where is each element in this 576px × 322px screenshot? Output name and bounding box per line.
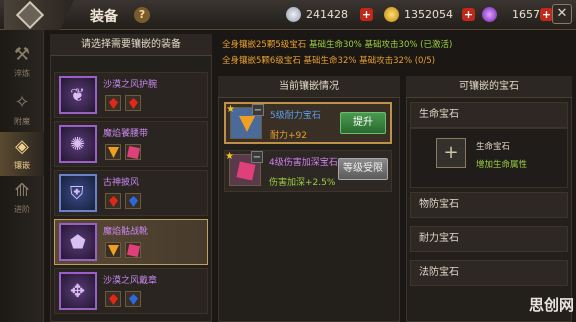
- add-gem-slot[interactable]: +: [436, 138, 466, 168]
- pink-gem-icon: [125, 144, 141, 160]
- gem-category-magic-defense[interactable]: 法防宝石: [410, 260, 568, 286]
- level-limited-button[interactable]: 等级受限: [338, 158, 388, 180]
- gold-coin-icon: [384, 7, 399, 22]
- watermark: 思创网: [528, 296, 574, 314]
- equipment-name: 魔焰骷战靴: [103, 227, 149, 237]
- nav-label: 附魔: [14, 117, 30, 126]
- bracer-icon: ❦: [59, 76, 97, 114]
- enchant-icon: ✧: [14, 92, 30, 113]
- blue-gem-icon: [125, 193, 141, 209]
- gem-name: 4级伤害加深宝石: [269, 158, 338, 168]
- gold-amount: 1352054: [404, 8, 453, 21]
- remove-gem-button[interactable]: −: [251, 151, 263, 163]
- advance-icon: ⟰: [14, 180, 30, 201]
- gem-category-life[interactable]: 生命宝石: [410, 102, 568, 128]
- equipment-item[interactable]: ⛨ 古神披风: [54, 170, 208, 216]
- equipment-item[interactable]: ❦ 沙漠之风护腕: [54, 72, 208, 118]
- equipment-list-header: 请选择需要镶嵌的装备: [50, 34, 212, 56]
- silver-amount: 241428: [306, 8, 348, 21]
- equipment-name: 沙漠之风护腕: [103, 80, 158, 90]
- set-bonus-line-1: 全身镶嵌25颗5级宝石 基础生命30% 基础攻击30% (已激活): [222, 40, 453, 50]
- add-silver-button[interactable]: +: [360, 8, 373, 21]
- upgrade-button[interactable]: 提升: [340, 112, 386, 134]
- refine-icon: ⚒: [13, 44, 31, 65]
- nav-enchant[interactable]: ✧ 附魔: [0, 88, 44, 132]
- current-inlay-header: 当前镶嵌情况: [218, 76, 400, 98]
- cloak-icon: ⛨: [59, 174, 97, 212]
- orange-gem-icon: [105, 144, 121, 160]
- silver-coin-icon: [286, 7, 301, 22]
- purple-gem-icon: [482, 7, 497, 22]
- nav-advance[interactable]: ⟰ 进阶: [0, 176, 44, 220]
- gem-card-name: 生命宝石: [476, 142, 511, 152]
- star-icon: ★: [225, 151, 234, 162]
- equipment-item[interactable]: ✥ 沙漠之风戴章: [54, 268, 208, 314]
- red-gem-icon: [105, 95, 121, 111]
- add-gold-button[interactable]: +: [462, 8, 475, 21]
- help-button[interactable]: ?: [134, 7, 150, 23]
- nav-label: 进阶: [14, 205, 30, 214]
- gem-card-desc: 增加生命属性: [476, 160, 528, 170]
- blue-gem-icon: [125, 291, 141, 307]
- close-button[interactable]: ✕: [552, 4, 572, 24]
- red-gem-icon: [105, 291, 121, 307]
- belt-icon: ✺: [59, 125, 97, 163]
- pink-gem-icon: [125, 242, 141, 258]
- equipment-item[interactable]: ✺ 魔焰饕腰带: [54, 121, 208, 167]
- set-bonus-line-2: 全身镶嵌5颗6级宝石 基础生命32% 基础攻击32% (0/5): [222, 56, 436, 66]
- boots-icon: ⬟: [59, 223, 97, 261]
- red-gem-icon: [105, 193, 121, 209]
- equipment-item-selected[interactable]: ⬟ 魔焰骷战靴: [54, 219, 208, 265]
- orange-gem-icon: [105, 242, 121, 258]
- star-icon: ★: [226, 104, 235, 115]
- badge-icon: ✥: [59, 272, 97, 310]
- gem-name: 5级耐力宝石: [270, 111, 321, 121]
- gem-category-physical-defense[interactable]: 物防宝石: [410, 192, 568, 218]
- equipment-name: 古神披风: [103, 178, 140, 188]
- red-gem-icon: [125, 95, 141, 111]
- equipment-name: 魔焰饕腰带: [103, 129, 149, 139]
- nav-label: 镶嵌: [14, 161, 30, 170]
- gem-stat: 耐力+92: [270, 131, 307, 141]
- gem-category-stamina[interactable]: 耐力宝石: [410, 226, 568, 252]
- inlay-icon: ◈: [15, 136, 29, 157]
- remove-gem-button[interactable]: −: [252, 104, 264, 116]
- nav-refine[interactable]: ⚒ 淬炼: [0, 40, 44, 84]
- nav-label: 淬炼: [14, 69, 30, 78]
- equipment-name: 沙漠之风戴章: [103, 276, 158, 286]
- gem-stat: 伤害加深+2.5%: [269, 178, 336, 188]
- page-title: 装备: [90, 9, 118, 25]
- nav-inlay[interactable]: ◈ 镶嵌: [0, 132, 44, 176]
- gem-amount: 1657: [512, 8, 540, 21]
- available-gems-header: 可镶嵌的宝石: [406, 76, 572, 98]
